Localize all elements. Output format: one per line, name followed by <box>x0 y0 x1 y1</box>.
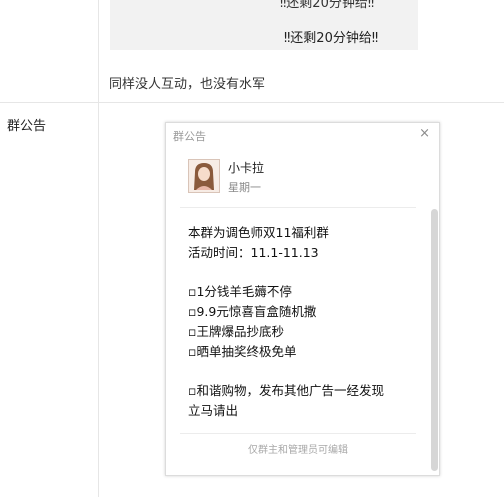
message-card-cut-line: ‼还剩20分钟给‼ <box>280 0 375 11</box>
divider <box>180 207 416 208</box>
row-divider <box>0 102 504 103</box>
content-line: ▫9.9元惊喜盲盒随机撒 <box>188 304 317 320</box>
content-line: ▫晒单抽奖终极免单 <box>188 343 297 359</box>
post-time: 星期一 <box>228 181 261 194</box>
content-line: ▫1分钱羊毛薅不停 <box>188 284 292 300</box>
divider <box>180 433 416 434</box>
content-line: ▫王牌爆品抄底秒 <box>188 323 284 339</box>
message-card-text: ‼还剩20分钟给‼ <box>284 31 379 46</box>
content-line: ▫和谐购物，发布其他广告一经发现 <box>188 383 384 399</box>
column-divider <box>98 0 99 497</box>
content-line: 本群为调色师双11福利群 <box>188 225 329 240</box>
announcement-dialog: 群公告 × 小卡拉 星期一 本群为调色师双11福利群 活动时间：11.1-11.… <box>165 122 440 476</box>
dialog-title: 群公告 <box>173 130 206 143</box>
message-image-card: ‼还剩20分钟给‼ ‼还剩20分钟给‼ <box>110 0 418 50</box>
content-line: 立马请出 <box>188 403 239 419</box>
close-icon[interactable]: × <box>419 126 430 141</box>
footer-note: 仅群主和管理员可编辑 <box>248 445 348 456</box>
scrollbar[interactable] <box>431 209 438 471</box>
section-label: 群公告 <box>7 119 47 134</box>
author-name: 小卡拉 <box>228 161 265 175</box>
avatar <box>188 159 220 193</box>
chat-caption: 同样没人互动，也没有水军 <box>109 77 266 92</box>
content-line: 活动时间：11.1-11.13 <box>188 244 319 260</box>
announcement-content: 本群为调色师双11福利群 活动时间：11.1-11.13 ▫1分钱羊毛薅不停 ▫… <box>188 223 414 421</box>
